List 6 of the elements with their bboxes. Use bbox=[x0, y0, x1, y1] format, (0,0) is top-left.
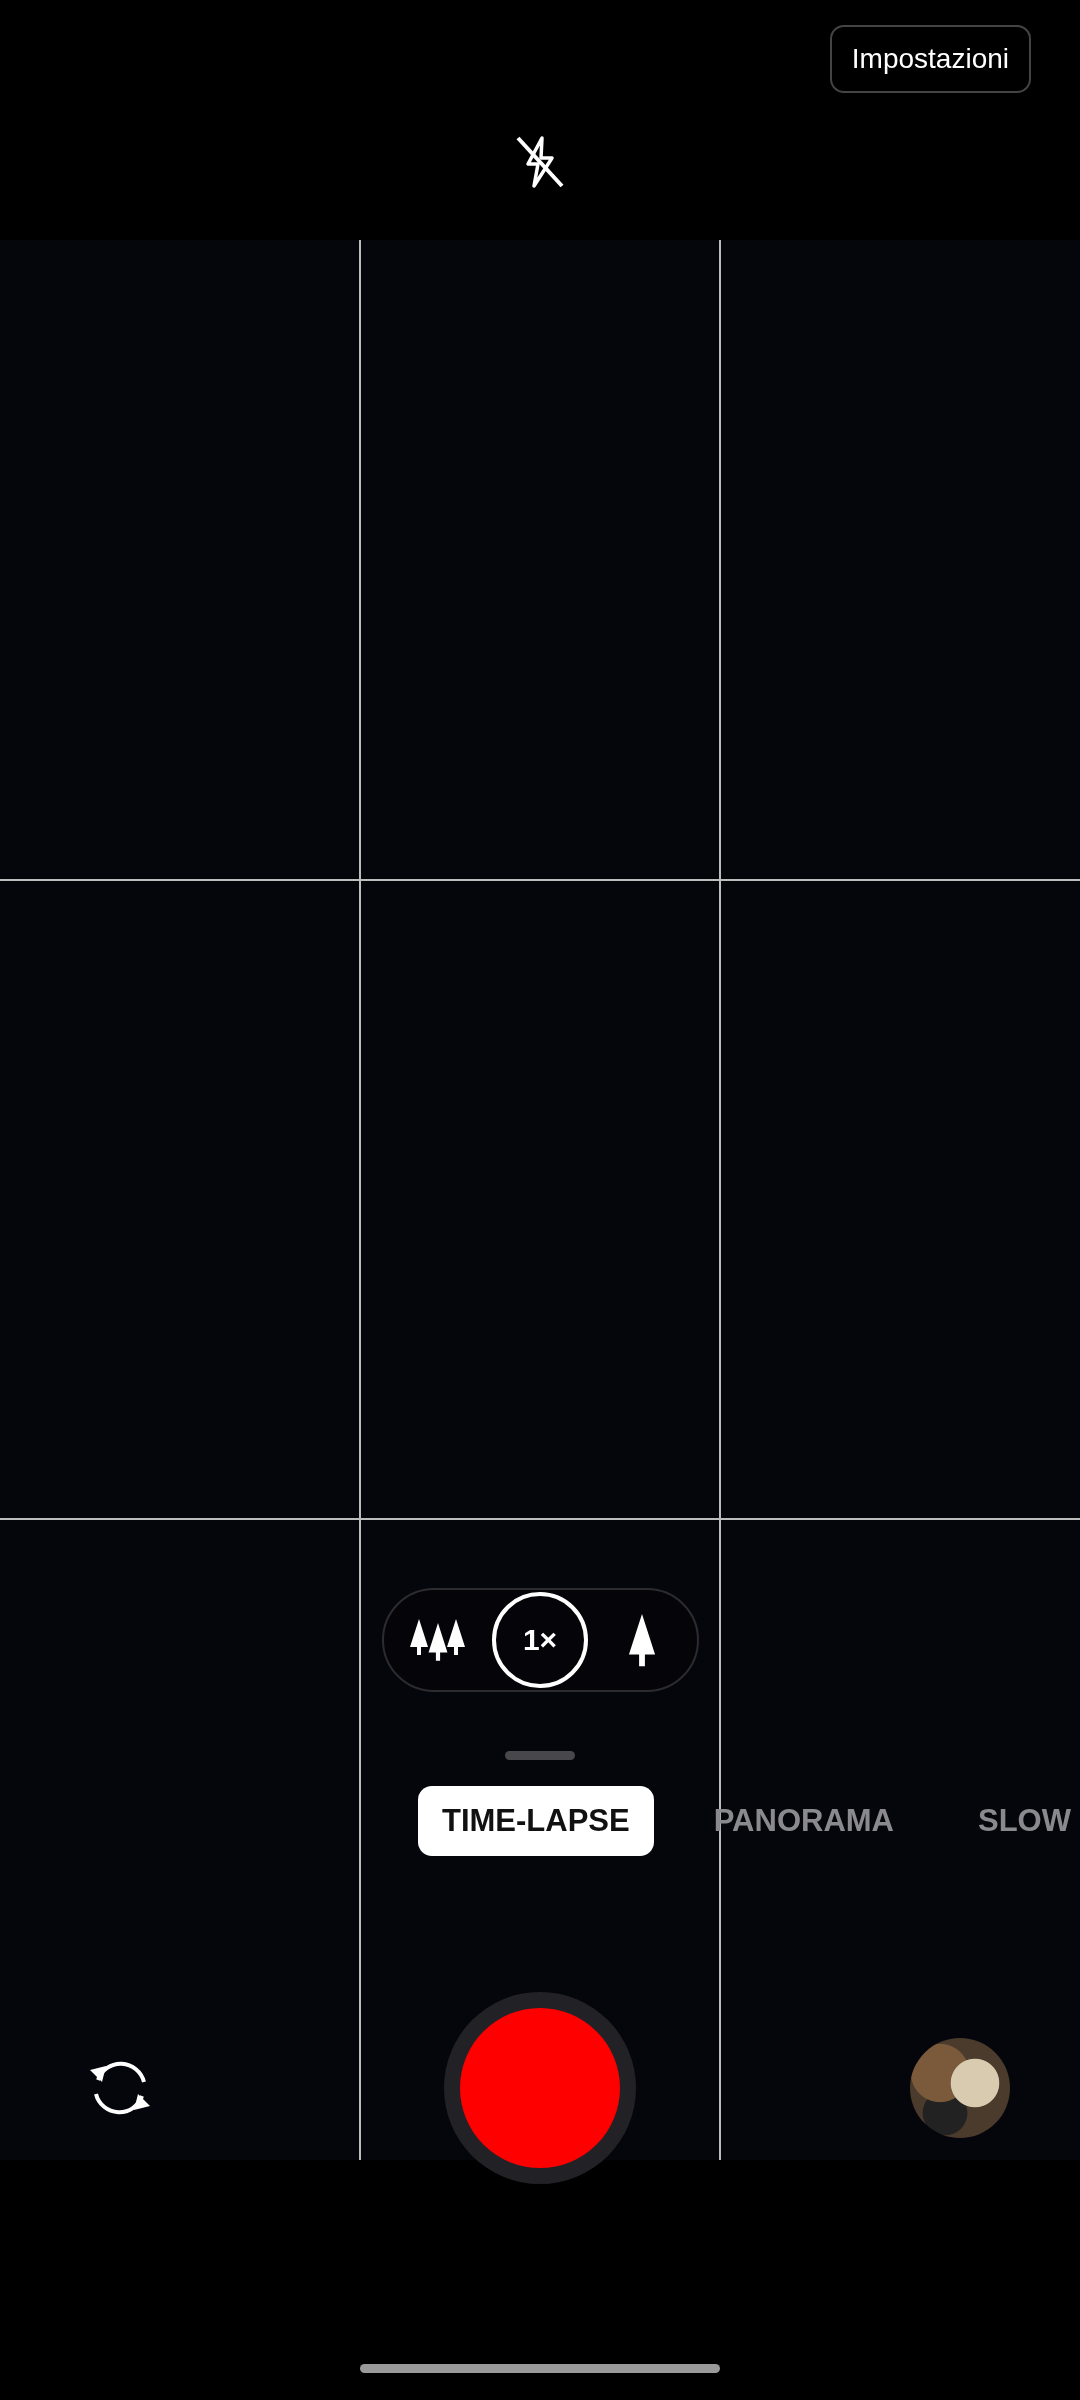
mode-tab[interactable]: TIME-LAPSE bbox=[418, 1786, 654, 1856]
zoom-level-button[interactable]: 1× bbox=[492, 1592, 588, 1688]
drag-handle[interactable] bbox=[505, 1751, 575, 1760]
flash-off-icon[interactable] bbox=[514, 134, 566, 190]
settings-button[interactable]: Impostazioni bbox=[829, 25, 1031, 93]
mode-tab[interactable]: SLOW bbox=[954, 1786, 1080, 1856]
